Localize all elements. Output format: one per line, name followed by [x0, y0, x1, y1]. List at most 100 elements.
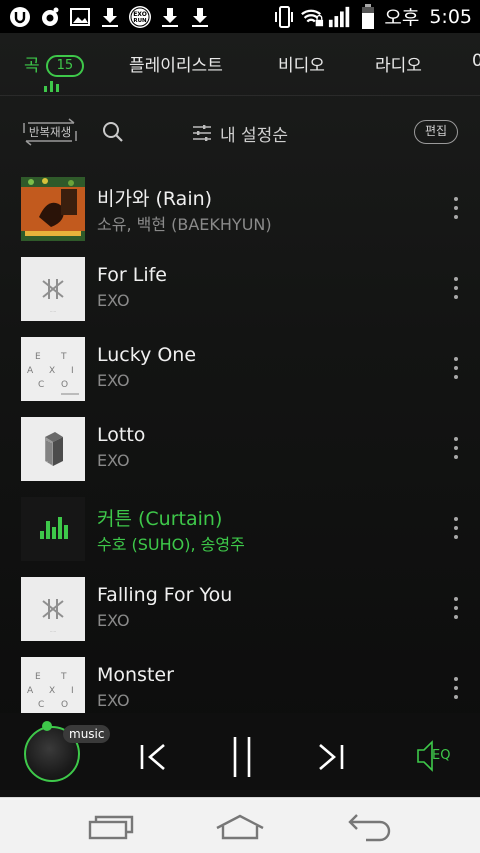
music-app: 곡 15 플레이리스트 비디오 라디오 0 반복재생 내 설정순 편집 비가와 …	[0, 33, 480, 797]
exo-run-icon: EXO RUN	[128, 5, 152, 29]
svg-text:·····: ·····	[50, 309, 56, 314]
song-artist: 수호 (SUHO), 송영주	[97, 535, 245, 554]
status-bar: EXO RUN 오후 5:05	[0, 0, 480, 33]
svg-text:T: T	[60, 352, 67, 362]
vibrate-icon	[272, 5, 296, 29]
signal-icon	[328, 5, 352, 29]
album-art: E T A X I C O	[21, 337, 85, 401]
album-art	[21, 177, 85, 241]
system-nav-bar	[0, 797, 480, 853]
next-button[interactable]	[313, 737, 347, 777]
svg-text:E: E	[35, 672, 41, 682]
album-art	[21, 497, 85, 561]
song-title: Lotto	[97, 424, 146, 446]
edit-button[interactable]: 편집	[414, 120, 458, 144]
eq-button[interactable]: EQ	[416, 739, 458, 773]
album-art: ·····	[21, 257, 85, 321]
tab-video[interactable]: 비디오	[278, 51, 325, 76]
song-list: 비가와 (Rain) 소유, 백현 (BAEKHYUN) ····· For L…	[0, 173, 480, 713]
song-row-now-playing[interactable]: 커튼 (Curtain) 수호 (SUHO), 송영주	[0, 493, 480, 573]
download-icon	[158, 5, 182, 29]
next-icon	[319, 744, 344, 770]
song-row[interactable]: E T A X I C O Monster EXO	[0, 653, 480, 713]
song-count-badge: 15	[45, 55, 85, 77]
song-title: Monster	[97, 664, 174, 686]
sort-button[interactable]: 내 설정순	[192, 119, 288, 147]
back-button[interactable]	[346, 812, 394, 842]
svg-text:I: I	[71, 686, 74, 696]
wifi-lock-icon	[300, 5, 324, 29]
search-button[interactable]	[101, 120, 125, 144]
eq-label: EQ	[432, 748, 451, 763]
song-title: Falling For You	[97, 584, 233, 606]
pause-icon	[233, 737, 251, 777]
tab-songs[interactable]: 곡 15	[24, 51, 85, 77]
list-toolbar: 반복재생 내 설정순 편집	[0, 113, 480, 153]
more-options-icon[interactable]	[446, 195, 466, 221]
recent-apps-icon	[88, 815, 134, 840]
tab-divider	[0, 95, 480, 96]
image-icon	[68, 5, 92, 29]
album-art	[21, 417, 85, 481]
more-options-icon[interactable]	[446, 515, 466, 541]
previous-icon	[140, 744, 165, 770]
svg-text:·····: ·····	[50, 629, 56, 634]
tab-more[interactable]: 0	[472, 51, 480, 71]
sort-sliders-icon	[193, 125, 211, 141]
recent-apps-button[interactable]	[86, 812, 134, 842]
u-plus-icon	[8, 5, 32, 29]
svg-text:EXO: EXO	[133, 11, 147, 18]
svg-text:A: A	[27, 366, 34, 376]
settings-icon	[38, 5, 62, 29]
song-artist: EXO	[97, 371, 130, 390]
progress-dot	[42, 721, 52, 731]
song-title: For Life	[97, 264, 167, 286]
tab-playlists[interactable]: 플레이리스트	[129, 51, 223, 76]
song-artist: 소유, 백현 (BAEKHYUN)	[97, 215, 272, 234]
download-icon	[98, 5, 122, 29]
svg-text:I: I	[71, 366, 74, 376]
song-row[interactable]: E T A X I C O Lucky One EXO	[0, 333, 480, 413]
more-options-icon[interactable]	[446, 595, 466, 621]
playing-indicator-icon	[44, 81, 59, 92]
tab-bar: 곡 15 플레이리스트 비디오 라디오 0	[0, 33, 480, 95]
pause-button[interactable]	[225, 733, 259, 781]
song-row[interactable]: ····· For Life EXO	[0, 253, 480, 333]
tab-radio[interactable]: 라디오	[375, 51, 422, 76]
svg-text:A: A	[27, 686, 34, 696]
album-art: E T A X I C O	[21, 657, 85, 713]
svg-text:T: T	[60, 672, 67, 682]
song-row[interactable]: Lotto EXO	[0, 413, 480, 493]
song-row[interactable]: ····· Falling For You EXO	[0, 573, 480, 653]
svg-text:C: C	[38, 700, 44, 710]
svg-text:E: E	[35, 352, 41, 362]
svg-text:C: C	[38, 380, 44, 390]
song-artist: EXO	[97, 611, 130, 630]
more-options-icon[interactable]	[446, 275, 466, 301]
song-artist: EXO	[97, 451, 130, 470]
previous-button[interactable]	[137, 737, 171, 777]
song-artist: EXO	[97, 691, 130, 710]
music-tag: music	[63, 725, 111, 743]
svg-text:O: O	[61, 700, 68, 710]
song-title: Lucky One	[97, 344, 197, 366]
status-ampm: 오후	[384, 7, 420, 29]
more-options-icon[interactable]	[446, 675, 466, 701]
svg-text:X: X	[49, 686, 55, 696]
download-icon	[188, 5, 212, 29]
repeat-button[interactable]: 반복재생	[22, 116, 78, 148]
battery-icon	[356, 3, 380, 29]
song-title: 커튼 (Curtain)	[97, 508, 223, 530]
search-icon	[103, 122, 123, 142]
song-artist: EXO	[97, 291, 130, 310]
svg-text:X: X	[49, 366, 55, 376]
more-options-icon[interactable]	[446, 355, 466, 381]
home-button[interactable]	[215, 812, 264, 842]
sort-label: 내 설정순	[220, 125, 288, 146]
song-row[interactable]: 비가와 (Rain) 소유, 백현 (BAEKHYUN)	[0, 173, 480, 253]
mini-player: music EQ	[0, 713, 480, 797]
song-title: 비가와 (Rain)	[97, 188, 213, 210]
svg-text:RUN: RUN	[133, 18, 147, 24]
back-icon	[348, 814, 391, 842]
more-options-icon[interactable]	[446, 435, 466, 461]
